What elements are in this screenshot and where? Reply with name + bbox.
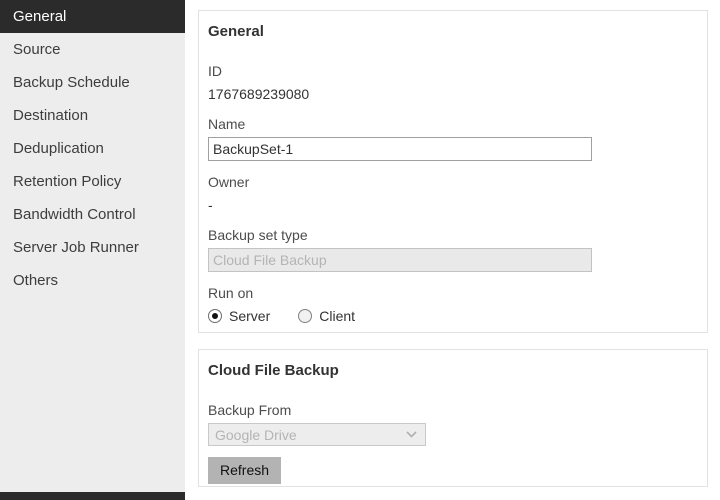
sidebar-item-deduplication[interactable]: Deduplication — [0, 132, 185, 165]
run-on-label: Run on — [208, 285, 254, 301]
backup-from-select: Google Drive — [208, 423, 426, 446]
radio-server-icon[interactable] — [208, 309, 222, 323]
backup-from-selected-value: Google Drive — [215, 426, 297, 443]
sidebar-item-general[interactable]: General — [0, 0, 185, 33]
owner-value: - — [208, 197, 213, 213]
radio-option-client[interactable]: Client — [298, 308, 355, 324]
backup-set-type-label: Backup set type — [208, 227, 308, 243]
sidebar-bottom-bar — [0, 492, 185, 500]
backup-from-label: Backup From — [208, 402, 292, 418]
cloud-panel-title: Cloud File Backup — [208, 362, 339, 379]
id-label: ID — [208, 63, 222, 79]
general-panel: General ID 1767689239080 Name Owner - Ba… — [198, 10, 708, 333]
refresh-button[interactable]: Refresh — [208, 457, 282, 484]
cloud-file-backup-panel: Cloud File Backup Backup From Google Dri… — [198, 349, 708, 487]
sidebar-item-destination[interactable]: Destination — [0, 99, 185, 132]
general-panel-title: General — [208, 23, 264, 40]
sidebar-item-backup-schedule[interactable]: Backup Schedule — [0, 66, 185, 99]
sidebar-item-others[interactable]: Others — [0, 264, 185, 297]
owner-label: Owner — [208, 174, 250, 190]
sidebar-item-source[interactable]: Source — [0, 33, 185, 66]
id-value: 1767689239080 — [208, 86, 310, 102]
sidebar: General Source Backup Schedule Destinati… — [0, 0, 185, 500]
radio-client-icon[interactable] — [298, 309, 313, 323]
sidebar-item-retention-policy[interactable]: Retention Policy — [0, 165, 185, 198]
radio-client-label: Client — [319, 308, 356, 324]
radio-option-server[interactable]: Server — [208, 308, 270, 324]
name-label: Name — [208, 116, 246, 132]
radio-server-label: Server — [229, 308, 271, 324]
chevron-down-icon — [406, 431, 417, 438]
name-input[interactable] — [208, 137, 592, 161]
run-on-radio-group: Server Client — [208, 308, 698, 324]
sidebar-item-server-job-runner[interactable]: Server Job Runner — [0, 231, 185, 264]
backup-set-type-input — [208, 248, 592, 272]
sidebar-item-bandwidth-control[interactable]: Bandwidth Control — [0, 198, 185, 231]
